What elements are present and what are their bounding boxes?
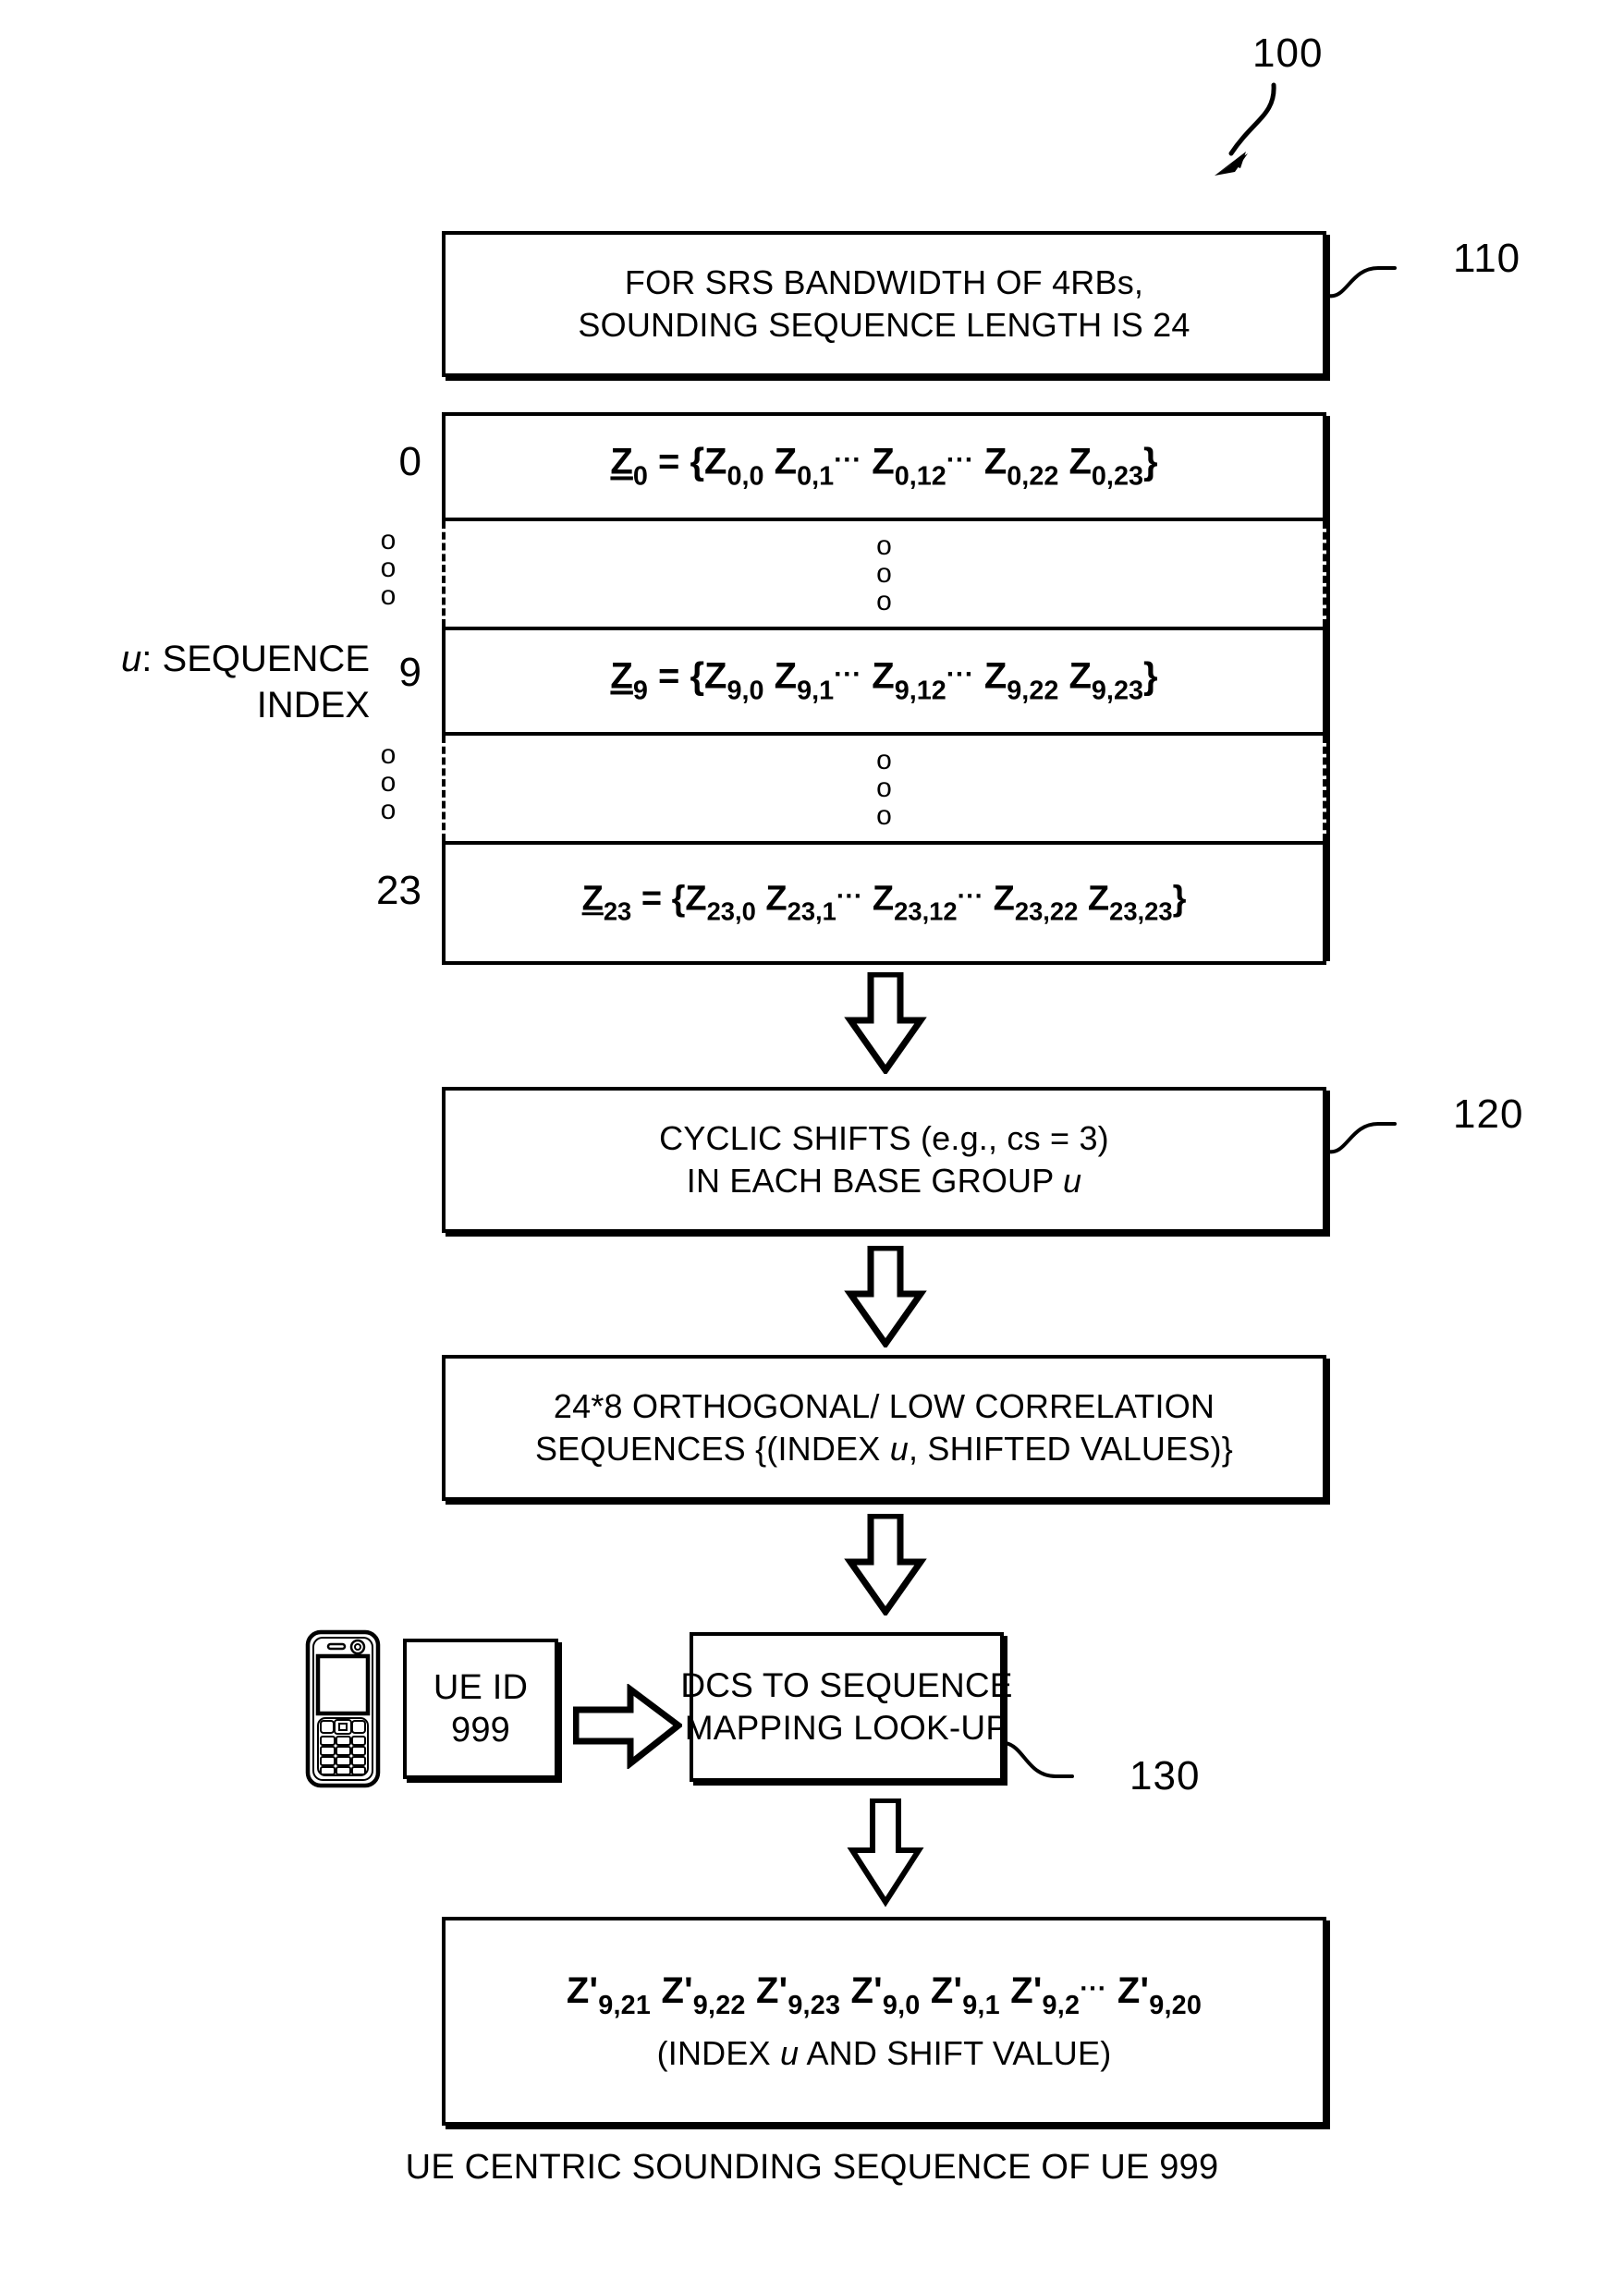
box-orthogonal-line-2: SEQUENCES {(INDEX u, SHIFTED VALUES)} [535,1428,1233,1470]
output-symbol-u: u [780,2033,800,2072]
figure-number-100: 100 [1252,30,1324,76]
box-orthogonal-line-2-post: , SHIFTED VALUES)} [908,1430,1233,1468]
index-ellipsis-dots-icon-2: ooo [380,739,397,825]
box-120-symbol-u: u [1063,1162,1082,1200]
matrix-row-9-expression: Z9 = {Z9,0 Z9,1··· Z9,12··· Z9,22 Z9,23} [610,655,1158,706]
ellipsis-dots-icon: ooo [876,530,892,616]
flow-arrow-down-icon-2 [844,1246,927,1347]
box-orthogonal-line-2-pre: SEQUENCES {(INDEX [535,1430,890,1468]
figure-caption: UE CENTRIC SOUNDING SEQUENCE OF UE 999 [405,2148,1219,2187]
box-110-srs-bandwidth: FOR SRS BANDWIDTH OF 4RBs, SOUNDING SEQU… [442,231,1326,377]
matrix-row-index-9: 9 [398,650,421,695]
matrix-row-index-23: 23 [376,868,421,913]
output-note-line: (INDEX u AND SHIFT VALUE) [657,2032,1112,2075]
ue-id-label: UE ID [433,1668,529,1707]
lead-line-130 [1004,1741,1074,1778]
box-120-line-2: IN EACH BASE GROUP u [687,1160,1081,1202]
index-ellipsis-dots-icon-1: ooo [380,525,397,611]
matrix-row-9: Z9 = {Z9,0 Z9,1··· Z9,12··· Z9,22 Z9,23} [442,627,1326,736]
flow-arrow-down-icon-1 [844,972,927,1074]
matrix-row-23: Z23 = {Z23,0 Z23,1··· Z23,12··· Z23,22 Z… [442,841,1326,965]
box-120-line-1: CYCLIC SHIFTS (e.g., cs = 3) [659,1119,1109,1157]
matrix-row-23-expression: Z23 = {Z23,0 Z23,1··· Z23,12··· Z23,22 Z… [581,879,1187,926]
patent-figure-100: 100 FOR SRS BANDWIDTH OF 4RBs, SOUNDING … [0,0,1624,2280]
box-130-line-2: MAPPING LOOK-UP [684,1709,1009,1747]
flow-arrow-down-icon-4 [847,1798,924,1908]
matrix-row-index-0: 0 [398,439,421,484]
box-130-dcs-mapping: DCS TO SEQUENCE MAPPING LOOK-UP [680,1632,1013,1782]
box-output-sequence: Z'9,21 Z'9,22 Z'9,23 Z'9,0 Z'9,1 Z'9,2··… [442,1917,1326,2126]
matrix-row-0-expression: Z0 = {Z0,0 Z0,1··· Z0,12··· Z0,22 Z0,23} [610,441,1158,492]
box-120-cyclic-shifts: CYCLIC SHIFTS (e.g., cs = 3) IN EACH BAS… [442,1087,1326,1233]
sequence-index-axis-label: u: SEQUENCE INDEX [121,639,370,725]
box-110-line-1: FOR SRS BANDWIDTH OF 4RBs, [624,263,1144,301]
flow-arrow-down-icon-3 [844,1514,927,1616]
axis-symbol-u: u [121,639,142,679]
box-130-line-1: DCS TO SEQUENCE [680,1666,1013,1704]
box-orthogonal-line-1: 24*8 ORTHOGONAL/ LOW CORRELATION [553,1387,1215,1425]
ref-numeral-130: 130 [1129,1753,1201,1798]
ue-id-value: 999 [450,1711,510,1750]
sequence-matrix: Z0 = {Z0,0 Z0,1··· Z0,12··· Z0,22 Z0,23}… [442,412,1326,965]
ue-id-box: UE ID 999 [403,1639,558,1779]
matrix-row-ellipsis-2: ooo [442,736,1326,841]
box-110-line-2: SOUNDING SEQUENCE LENGTH IS 24 [578,306,1191,344]
lead-line-110 [1326,266,1397,299]
figure-lead-arrow-icon [1215,82,1276,176]
lead-line-120 [1326,1122,1397,1154]
ellipsis-dots-icon: ooo [876,745,892,831]
output-note-pre: (INDEX [656,2033,781,2072]
matrix-row-ellipsis-1: ooo [442,521,1326,627]
flow-arrow-right-icon [573,1684,682,1769]
box-orthogonal-symbol-u: u [889,1430,909,1468]
box-120-line-2-text: IN EACH BASE GROUP [686,1162,1063,1200]
box-orthogonal-sequences: 24*8 ORTHOGONAL/ LOW CORRELATION SEQUENC… [442,1355,1326,1501]
output-note-post: AND SHIFT VALUE) [799,2033,1112,2072]
matrix-row-0: Z0 = {Z0,0 Z0,1··· Z0,12··· Z0,22 Z0,23} [442,412,1326,521]
mobile-phone-icon [305,1629,381,1788]
ref-numeral-120: 120 [1453,1091,1524,1137]
output-sequence-expression: Z'9,21 Z'9,22 Z'9,23 Z'9,0 Z'9,1 Z'9,2··… [566,1969,1203,2020]
ref-numeral-110: 110 [1453,236,1521,281]
